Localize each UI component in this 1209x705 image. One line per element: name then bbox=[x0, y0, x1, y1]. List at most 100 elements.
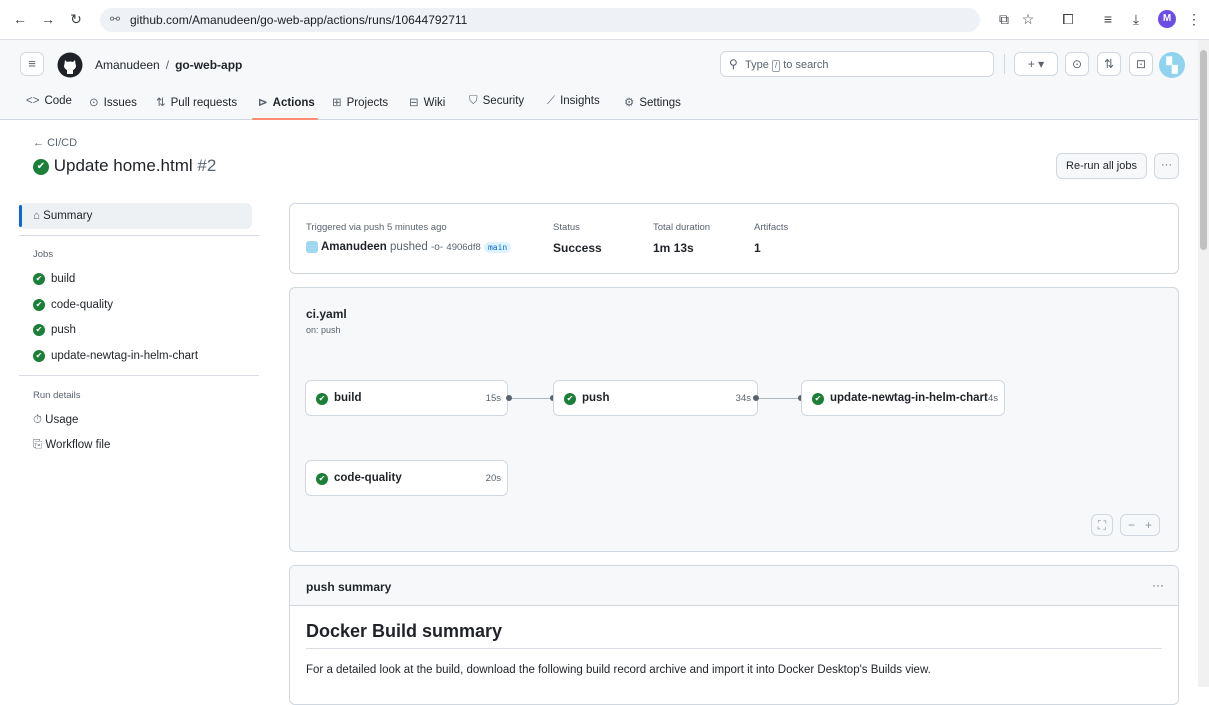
kebab-menu-icon[interactable]: ··· bbox=[1152, 578, 1164, 592]
job-node-code-quality[interactable]: ✔ code-quality 20s bbox=[305, 460, 508, 496]
run-title: Update home.html bbox=[53, 156, 193, 175]
page-scrollbar[interactable] bbox=[1198, 40, 1209, 687]
profile-avatar[interactable]: M bbox=[1158, 10, 1176, 28]
sidebar-item-usage[interactable]: ⏱ Usage bbox=[33, 414, 78, 427]
page-title: ✔ Update home.html #2 bbox=[33, 156, 216, 176]
back-arrow-icon[interactable]: ← bbox=[10, 9, 30, 29]
sidebar-job-build[interactable]: ✔ build bbox=[33, 273, 75, 285]
bookmark-star-icon[interactable]: ☆ bbox=[1018, 9, 1038, 29]
tab-wiki[interactable]: ⊟ Wiki bbox=[409, 95, 445, 115]
check-circle-icon: ✔ bbox=[33, 273, 45, 285]
cast-icon[interactable]: ⧉ bbox=[994, 9, 1014, 29]
zoom-controls: − + bbox=[1120, 514, 1160, 536]
table-icon: ⊞ bbox=[332, 97, 342, 109]
download-icon[interactable]: ⤓ bbox=[1126, 9, 1146, 29]
tab-projects[interactable]: ⊞ Projects bbox=[332, 95, 388, 115]
sidebar-divider bbox=[19, 235, 259, 236]
push-summary-heading: push summary bbox=[306, 580, 392, 594]
inbox-icon[interactable]: ⊡ bbox=[1129, 52, 1153, 76]
search-input[interactable]: ⚲ Type / to search bbox=[720, 51, 994, 77]
back-to-workflow-link[interactable]: ← CI/CD bbox=[33, 137, 77, 149]
rerun-all-jobs-button[interactable]: Re-run all jobs bbox=[1056, 153, 1147, 179]
play-icon: ⊳ bbox=[258, 97, 268, 109]
search-placeholder-suffix: to search bbox=[783, 59, 829, 71]
tab-actions[interactable]: ⊳ Actions bbox=[258, 95, 315, 115]
check-circle-icon: ✔ bbox=[316, 473, 328, 485]
gear-icon: ⚙ bbox=[624, 97, 635, 109]
site-settings-icon[interactable]: ⚯ bbox=[110, 12, 120, 26]
run-details-heading: Run details bbox=[33, 390, 81, 401]
docker-build-title: Docker Build summary bbox=[306, 621, 503, 641]
hamburger-menu-icon[interactable]: ≡ bbox=[20, 52, 44, 76]
artifacts-count[interactable]: 1 bbox=[754, 241, 761, 255]
run-number: #2 bbox=[197, 156, 217, 175]
push-summary-header: push summary ··· bbox=[290, 566, 1178, 606]
branch-label[interactable]: main bbox=[483, 242, 512, 254]
zoom-out-icon[interactable]: − bbox=[1128, 518, 1135, 532]
graph-icon: ⟋ bbox=[547, 95, 556, 107]
tab-issues[interactable]: ⊙ Issues bbox=[89, 95, 137, 115]
address-bar[interactable]: ⚯ github.com/Amanudeen/go-web-app/action… bbox=[100, 8, 980, 32]
job-connector-line bbox=[512, 398, 552, 399]
user-avatar[interactable]: ▚ bbox=[1159, 52, 1185, 78]
check-circle-icon: ✔ bbox=[812, 393, 824, 405]
commit-sha-link[interactable]: 4906df8 bbox=[446, 242, 480, 253]
home-icon: ⌂ bbox=[33, 210, 44, 222]
actor-link[interactable]: Amanudeen bbox=[321, 241, 387, 253]
job-node-update-newtag[interactable]: ✔ update-newtag-in-helm-chart 4s bbox=[801, 380, 1005, 416]
artifacts-label: Artifacts bbox=[754, 222, 789, 233]
github-logo-icon[interactable] bbox=[57, 52, 83, 78]
duration-value: 1m 13s bbox=[653, 241, 694, 255]
browser-menu-icon[interactable]: ⋮ bbox=[1184, 9, 1204, 29]
reload-icon[interactable]: ↻ bbox=[66, 9, 86, 29]
trigger-actor-line: Amanudeen pushed -o- 4906df8 main bbox=[306, 241, 512, 254]
git-pull-request-icon: ⇅ bbox=[156, 97, 166, 109]
sidebar-item-workflow-file[interactable]: ⎘ Workflow file bbox=[33, 439, 110, 452]
search-placeholder-prefix: Type bbox=[745, 59, 769, 71]
search-shortcut-key: / bbox=[771, 60, 781, 72]
sidebar-job-push[interactable]: ✔ push bbox=[33, 324, 76, 336]
job-connector-line bbox=[759, 398, 799, 399]
push-summary-card: push summary ··· Docker Build summary Fo… bbox=[289, 565, 1179, 705]
status-value: Success bbox=[553, 241, 602, 255]
tab-security[interactable]: ⛉ Security bbox=[469, 95, 524, 115]
job-node-build[interactable]: ✔ build 15s bbox=[305, 380, 508, 416]
repo-owner-link[interactable]: Amanudeen bbox=[95, 58, 160, 72]
pull-requests-icon[interactable]: ⇅ bbox=[1097, 52, 1121, 76]
extensions-icon[interactable]: ⧠ bbox=[1058, 9, 1078, 29]
repo-name-link[interactable]: go-web-app bbox=[175, 58, 242, 72]
tab-pull-requests[interactable]: ⇅ Pull requests bbox=[156, 95, 237, 115]
browser-toolbar: ← → ↻ ⚯ github.com/Amanudeen/go-web-app/… bbox=[0, 0, 1209, 40]
shield-icon: ⛉ bbox=[469, 95, 478, 107]
scrollbar-thumb[interactable] bbox=[1200, 50, 1207, 250]
reading-list-icon[interactable]: ≡ bbox=[1098, 9, 1118, 29]
issues-icon[interactable]: ⊙ bbox=[1065, 52, 1089, 76]
run-more-options-button[interactable]: ··· bbox=[1154, 153, 1179, 179]
fullscreen-icon[interactable]: ⛶ bbox=[1091, 514, 1113, 536]
sidebar-job-code-quality[interactable]: ✔ code-quality bbox=[33, 299, 113, 311]
tab-code[interactable]: <> Code bbox=[26, 95, 72, 115]
code-icon: <> bbox=[26, 95, 40, 107]
jobs-heading: Jobs bbox=[33, 249, 54, 260]
heading-rule bbox=[306, 648, 1162, 649]
workflow-graph: ci.yaml on: push ✔ build 15s ✔ push 34s … bbox=[289, 287, 1179, 552]
sidebar-job-update-newtag[interactable]: ✔ update-newtag-in-helm-chart bbox=[33, 350, 198, 362]
check-circle-icon: ✔ bbox=[316, 393, 328, 405]
tab-settings[interactable]: ⚙ Settings bbox=[624, 95, 681, 115]
check-circle-icon: ✔ bbox=[33, 324, 45, 336]
check-circle-icon: ✔ bbox=[33, 158, 49, 175]
breadcrumb-separator: / bbox=[165, 58, 170, 72]
zoom-in-icon[interactable]: + bbox=[1145, 518, 1152, 532]
file-code-icon: ⎘ bbox=[33, 439, 46, 451]
sidebar-divider bbox=[19, 375, 259, 376]
sidebar-item-summary[interactable]: ⌂ Summary bbox=[19, 203, 252, 229]
tab-insights[interactable]: ⟋ Insights bbox=[547, 95, 600, 115]
create-new-button[interactable]: + ▾ bbox=[1014, 52, 1058, 76]
job-node-push[interactable]: ✔ push 34s bbox=[553, 380, 758, 416]
check-circle-icon: ✔ bbox=[33, 299, 45, 311]
header-divider bbox=[1004, 54, 1005, 74]
git-commit-icon: -o- bbox=[430, 242, 444, 254]
forward-arrow-icon[interactable]: → bbox=[38, 9, 58, 29]
workflow-file-name: ci.yaml bbox=[306, 307, 347, 321]
status-label: Status bbox=[553, 222, 580, 233]
